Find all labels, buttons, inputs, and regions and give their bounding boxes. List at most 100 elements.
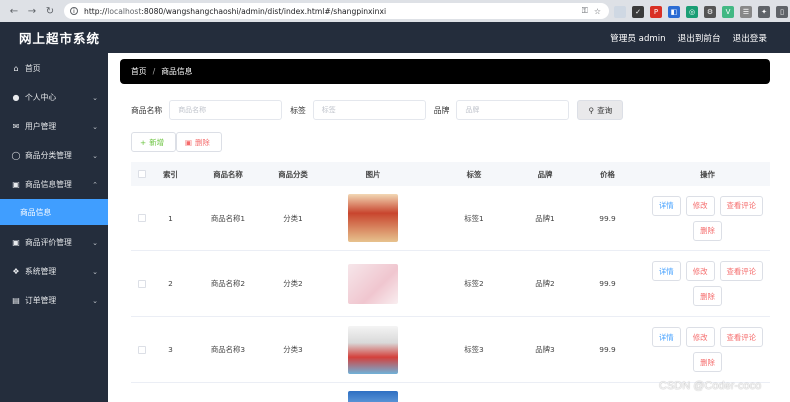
logout-link[interactable]: 退出登录 — [733, 32, 767, 44]
cell-index: 3 — [168, 345, 173, 354]
product-image — [348, 194, 398, 242]
sidepanel-icon[interactable]: ▯ — [776, 6, 788, 18]
detail-button[interactable]: 详情 — [651, 261, 681, 281]
tag-label: 标签 — [290, 105, 306, 115]
tag-input[interactable]: 标签 — [312, 100, 426, 120]
box-icon: ▣ — [12, 238, 20, 247]
action-bar: + 新增 ▣ 删除 — [131, 132, 222, 152]
globe-icon: ◯ — [11, 151, 21, 160]
sidebar-item-label: 商品评价管理 — [25, 238, 72, 247]
address-bar[interactable]: i http://localhost:8080/wangshangchaoshi… — [64, 3, 609, 19]
cell-brand: 品牌3 — [535, 345, 555, 354]
watermark: CSDN @Coder-coco — [659, 380, 762, 392]
breadcrumb: 首页 / 商品信息 — [120, 59, 770, 84]
sidebar-item-label: 商品信息 — [20, 207, 52, 217]
breadcrumb-home[interactable]: 首页 — [131, 66, 147, 77]
go-front-link[interactable]: 退出到前台 — [678, 32, 721, 44]
site-info-icon[interactable]: i — [70, 7, 78, 15]
search-form: 商品名称 商品名称 标签 标签 品牌 品牌 ⚲ 查询 — [131, 100, 624, 120]
sidebar-item-users[interactable]: ✉ 用户管理 ⌄ — [0, 112, 108, 141]
col-name: 商品名称 — [213, 169, 243, 179]
sidebar-item-label: 用户管理 — [25, 122, 57, 131]
extension-icon[interactable]: ✓ — [632, 6, 644, 18]
sidebar-item-profile[interactable]: ● 个人中心 ⌄ — [0, 83, 108, 112]
url-scheme: http:// — [84, 6, 108, 16]
detail-button[interactable]: 详情 — [651, 327, 681, 347]
extension-icon[interactable]: ◧ — [668, 6, 680, 18]
chat-icon: ▤ — [12, 296, 20, 305]
user-icon: ● — [12, 93, 20, 102]
select-all-checkbox[interactable] — [131, 170, 153, 178]
cell-price: 99.9 — [599, 213, 616, 223]
delete-button[interactable]: 删除 — [693, 352, 722, 372]
key-icon[interactable]: ⚿ — [582, 6, 588, 16]
mail-icon: ✉ — [12, 122, 20, 131]
chevron-down-icon: ⌄ — [92, 238, 98, 247]
row-checkbox[interactable] — [131, 279, 153, 288]
view-reviews-button[interactable]: 查看评论 — [719, 195, 764, 216]
home-icon: ⌂ — [13, 64, 19, 73]
app-header: 网上超市系统 管理员 admin 退出到前台 退出登录 — [0, 22, 790, 53]
cell-tag: 标签1 — [464, 213, 484, 223]
table-row: 2 商品名称2 分类2 标签2 品牌2 99.9 详情 修改 查看评论 删除 — [131, 251, 770, 317]
delete-button[interactable]: 删除 — [693, 286, 722, 306]
extension-icon[interactable]: ☰ — [740, 6, 752, 18]
cell-brand: 品牌2 — [535, 279, 555, 288]
view-reviews-button[interactable]: 查看评论 — [719, 327, 764, 347]
reload-icon[interactable]: ↻ — [42, 3, 58, 19]
delete-button-label: 删除 — [194, 137, 210, 147]
row-checkbox[interactable] — [131, 214, 153, 222]
cell-tag: 标签2 — [464, 279, 484, 288]
sidebar-item-product-manage[interactable]: ▣ 商品信息管理 ⌃ — [0, 170, 108, 199]
sidebar-item-orders[interactable]: ▤ 订单管理 ⌄ — [0, 286, 108, 315]
name-input[interactable]: 商品名称 — [169, 100, 283, 120]
add-button-label: 新增 — [149, 137, 164, 147]
sidebar-item-label: 系统管理 — [25, 267, 57, 276]
product-image — [348, 391, 398, 402]
edit-button[interactable]: 修改 — [685, 261, 715, 281]
star-icon[interactable]: ☆ — [594, 7, 601, 16]
compass-icon: ❖ — [12, 267, 20, 276]
sidebar: ⌂ 首页 ● 个人中心 ⌄ ✉ 用户管理 ⌄ ◯ 商品分类管理 ⌄ ▣ 商品信息… — [0, 53, 108, 402]
sidebar-item-label: 订单管理 — [25, 296, 57, 305]
sidebar-item-label: 商品分类管理 — [25, 151, 72, 160]
col-brand: 品牌 — [537, 169, 553, 179]
detail-button[interactable]: 详情 — [651, 195, 681, 216]
row-actions: 详情 修改 查看评论 删除 — [645, 195, 770, 241]
add-button[interactable]: + 新增 — [131, 132, 176, 152]
edit-button[interactable]: 修改 — [685, 327, 715, 347]
sidebar-item-home[interactable]: ⌂ 首页 — [0, 54, 108, 83]
back-icon[interactable]: ← — [6, 3, 22, 19]
puzzle-icon[interactable]: ✦ — [758, 6, 770, 18]
row-checkbox[interactable] — [131, 345, 153, 354]
product-table: 索引 商品名称 商品分类 图片 标签 品牌 价格 操作 1 商品名称1 分类1 … — [131, 162, 770, 402]
sidebar-item-system[interactable]: ❖ 系统管理 ⌄ — [0, 257, 108, 286]
view-reviews-button[interactable]: 查看评论 — [719, 261, 764, 281]
extension-icon[interactable]: V — [722, 6, 734, 18]
sidebar-item-product-info[interactable]: 商品信息 — [0, 199, 108, 225]
sidebar-item-category[interactable]: ◯ 商品分类管理 ⌄ — [0, 141, 108, 170]
cell-name: 商品名称2 — [210, 279, 246, 288]
delete-button[interactable]: 删除 — [693, 220, 722, 241]
extension-icon[interactable]: P — [650, 6, 662, 18]
brand-input[interactable]: 品牌 — [456, 100, 570, 120]
breadcrumb-separator: / — [152, 67, 156, 76]
batch-delete-button[interactable]: ▣ 删除 — [176, 132, 222, 152]
search-button[interactable]: ⚲ 查询 — [577, 100, 624, 120]
extension-icon[interactable]: ◎ — [686, 6, 698, 18]
chevron-down-icon: ⌄ — [92, 296, 98, 305]
edit-button[interactable]: 修改 — [685, 195, 715, 216]
cell-tag: 标签3 — [464, 345, 484, 354]
product-image — [348, 325, 398, 374]
row-actions: 详情 修改 查看评论 删除 — [645, 327, 770, 372]
cell-category: 分类1 — [283, 213, 303, 223]
sidebar-item-label: 个人中心 — [25, 93, 57, 102]
forward-icon[interactable]: → — [24, 3, 40, 19]
product-image — [348, 263, 398, 304]
extension-icon[interactable] — [614, 6, 626, 18]
chevron-down-icon: ⌄ — [92, 267, 98, 276]
sidebar-item-reviews[interactable]: ▣ 商品评价管理 ⌄ — [0, 228, 108, 257]
sidebar-item-label: 商品信息管理 — [25, 180, 72, 189]
extension-icon[interactable]: ⚙ — [704, 6, 716, 18]
chevron-down-icon: ⌄ — [92, 151, 98, 160]
